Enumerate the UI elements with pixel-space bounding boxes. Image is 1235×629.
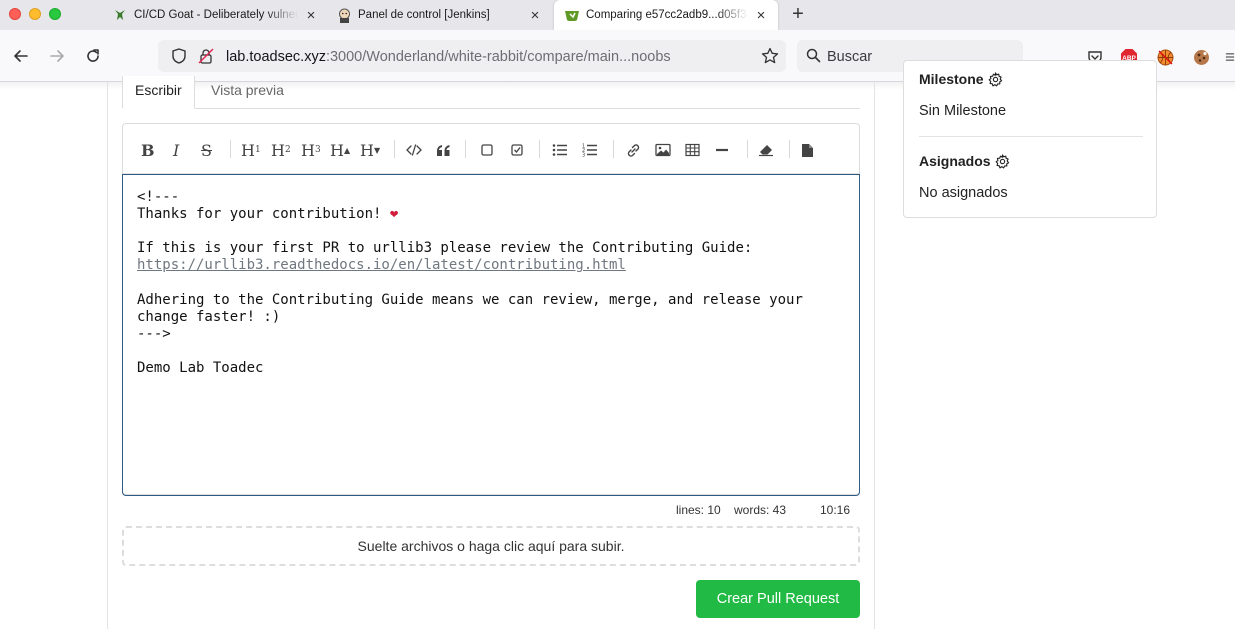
lock-insecure-icon[interactable] bbox=[198, 48, 214, 67]
close-tab-icon[interactable]: × bbox=[528, 7, 542, 24]
content-right-border bbox=[874, 82, 875, 629]
browser-tab-comparing[interactable]: Comparing e57cc2adb9...d05f3d × bbox=[554, 0, 778, 30]
status-words: words: 43 bbox=[734, 503, 787, 517]
tab-title: Panel de control [Jenkins] bbox=[358, 9, 490, 21]
italic-icon[interactable]: I bbox=[173, 139, 179, 161]
heart-icon: ❤ bbox=[389, 206, 399, 223]
editor-tabs: Escribir Vista previa bbox=[122, 76, 860, 109]
url-host: lab.toadsec.xyz bbox=[226, 49, 326, 65]
assignees-value: No asignados bbox=[919, 185, 1008, 201]
editor-line: change faster! :) bbox=[137, 308, 281, 325]
star-icon[interactable] bbox=[761, 47, 779, 68]
close-tab-icon[interactable]: × bbox=[304, 7, 318, 24]
tab-title: CI/CD Goat - Deliberately vulnerable CI/… bbox=[134, 9, 298, 21]
tab-write[interactable]: Escribir bbox=[122, 76, 195, 109]
close-window-button[interactable] bbox=[9, 8, 21, 20]
editor-line: ---> bbox=[137, 325, 171, 342]
editor-line: Demo Lab Toadec bbox=[137, 359, 264, 376]
table-icon[interactable] bbox=[685, 139, 700, 161]
image-icon[interactable] bbox=[655, 139, 671, 161]
close-tab-icon[interactable]: × bbox=[754, 7, 768, 24]
toolbar-separator bbox=[394, 140, 395, 158]
back-icon[interactable] bbox=[11, 46, 31, 66]
maximize-window-button[interactable] bbox=[49, 8, 61, 20]
markdown-textarea[interactable]: <!--- Thanks for your contribution! ❤ If… bbox=[122, 174, 860, 496]
heading-smaller-icon[interactable]: H ▼ bbox=[360, 139, 380, 161]
tab-title: Comparing e57cc2adb9...d05f3d bbox=[586, 9, 748, 21]
editor-line: <!--- bbox=[137, 189, 180, 205]
heading-3-icon[interactable]: H3 bbox=[301, 139, 321, 161]
assignees-title[interactable]: Asignados bbox=[919, 153, 1010, 169]
strikethrough-icon[interactable]: S bbox=[201, 139, 212, 161]
contributing-guide-link[interactable]: https://urllib3.readthedocs.io/en/latest… bbox=[137, 257, 626, 273]
url-path: :3000/Wonderland/white-rabbit/compare/ma… bbox=[325, 49, 671, 65]
gear-icon[interactable] bbox=[988, 71, 1003, 87]
browser-tab-jenkins[interactable]: Panel de control [Jenkins] × bbox=[336, 0, 542, 30]
gear-icon[interactable] bbox=[995, 153, 1010, 169]
goat-favicon-icon bbox=[112, 7, 128, 23]
heading-bigger-icon[interactable]: H ▲ bbox=[330, 139, 350, 161]
editor-line: Adhering to the Contributing Guide means… bbox=[137, 291, 803, 308]
jenkins-favicon-icon bbox=[336, 7, 352, 23]
editor-line: Thanks for your contribution! bbox=[137, 206, 390, 223]
ordered-list-icon[interactable]: 123 bbox=[582, 139, 598, 161]
editor-content[interactable]: <!--- Thanks for your contribution! ❤ If… bbox=[137, 189, 803, 377]
tab-preview[interactable]: Vista previa bbox=[199, 76, 296, 109]
minimize-window-button[interactable] bbox=[29, 8, 41, 20]
shield-icon[interactable] bbox=[171, 48, 187, 67]
create-pull-request-button[interactable]: Crear Pull Request bbox=[696, 580, 860, 618]
cookie-icon[interactable] bbox=[1192, 48, 1210, 66]
toolbar-separator bbox=[465, 140, 466, 158]
editor-toolbar: B I S H1 H2 H3 H ▲ H ▼ 123 bbox=[123, 124, 859, 174]
assignees-label: Asignados bbox=[919, 153, 991, 169]
checkbox-empty-icon[interactable] bbox=[480, 139, 494, 161]
unordered-list-icon[interactable] bbox=[552, 139, 568, 161]
search-icon bbox=[806, 48, 821, 66]
status-lines: lines: 10 bbox=[676, 503, 721, 517]
milestone-title[interactable]: Milestone bbox=[919, 71, 1003, 87]
url-bar[interactable]: lab.toadsec.xyz:3000/Wonderland/white-ra… bbox=[158, 40, 786, 72]
gitea-favicon-icon bbox=[564, 7, 580, 23]
horizontal-rule-icon[interactable] bbox=[715, 139, 729, 161]
menu-icon[interactable] bbox=[1225, 48, 1235, 66]
file-icon[interactable] bbox=[801, 139, 814, 161]
editor-line: If this is your first PR to urllib3 plea… bbox=[137, 240, 753, 257]
milestone-value: Sin Milestone bbox=[919, 103, 1007, 119]
status-cursor: 10:16 bbox=[820, 503, 851, 517]
tab-bar: CI/CD Goat - Deliberately vulnerable CI/… bbox=[0, 0, 1235, 30]
search-input[interactable]: Buscar bbox=[827, 49, 872, 65]
checkbox-checked-icon[interactable] bbox=[510, 139, 524, 161]
sidebar-divider bbox=[919, 136, 1143, 137]
toolbar-separator bbox=[613, 140, 614, 158]
milestone-label: Milestone bbox=[919, 71, 984, 87]
bold-icon[interactable]: B bbox=[141, 139, 155, 161]
svg-text:3: 3 bbox=[582, 153, 585, 158]
heading-1-icon[interactable]: H1 bbox=[241, 139, 261, 161]
eraser-icon[interactable] bbox=[758, 139, 774, 161]
sidebar-card: Milestone Sin Milestone Asignados No asi… bbox=[903, 60, 1157, 218]
heading-2-icon[interactable]: H2 bbox=[271, 139, 291, 161]
markdown-editor: B I S H1 H2 H3 H ▲ H ▼ 123 <!--- Thanks … bbox=[122, 123, 860, 496]
content-left-border bbox=[107, 82, 108, 629]
basketball-icon[interactable] bbox=[1156, 48, 1174, 66]
toolbar-separator bbox=[539, 140, 540, 158]
url-text[interactable]: lab.toadsec.xyz:3000/Wonderland/white-ra… bbox=[226, 49, 671, 65]
reload-icon[interactable] bbox=[83, 46, 103, 66]
file-dropzone[interactable]: Suelte archivos o haga clic aquí para su… bbox=[122, 526, 860, 566]
forward-icon[interactable] bbox=[47, 46, 67, 66]
toolbar-separator bbox=[230, 140, 231, 158]
toolbar-separator bbox=[747, 140, 748, 158]
browser-tab-cicd-goat[interactable]: CI/CD Goat - Deliberately vulnerable CI/… bbox=[112, 0, 318, 30]
link-icon[interactable] bbox=[626, 139, 641, 161]
code-icon[interactable] bbox=[406, 139, 422, 161]
toolbar-separator bbox=[789, 140, 790, 158]
quote-icon[interactable] bbox=[436, 139, 451, 161]
new-tab-plus-icon[interactable]: + bbox=[789, 4, 807, 24]
